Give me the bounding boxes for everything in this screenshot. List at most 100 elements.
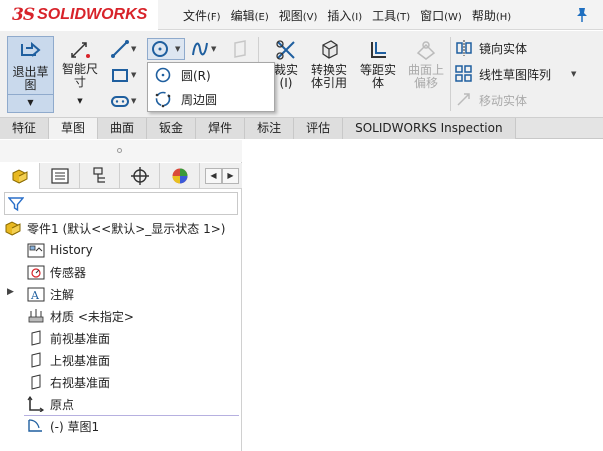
tab-display-manager[interactable] [160, 163, 200, 189]
menu-edit[interactable]: 编辑(E) [226, 5, 274, 26]
offset-entities-button[interactable]: 等距实体 [356, 36, 400, 90]
tree-item-sketch1-label: (-) 草图1 [50, 419, 100, 434]
circle-icon [155, 67, 171, 83]
tree-item-sketch1[interactable]: (-) 草图1 [27, 415, 99, 437]
offset-entities-label: 等距实体 [359, 63, 396, 90]
menu-view-accel: (V) [302, 12, 318, 23]
feature-manager-panel: ◀ ▶ 零件1 (默认<<默认>_显示状态 1>) History 传感器 ▶ … [0, 140, 242, 451]
title-bar: 3S SOLIDWORKS 文件(F) 编辑(E) 视图(V) 插入(I) 工具… [0, 0, 603, 30]
sketch-icon [28, 419, 42, 432]
part-icon [5, 221, 21, 236]
tab-solidworks-inspection[interactable]: SOLIDWORKS Inspection [343, 118, 516, 139]
menu-item-perimeter-circle[interactable]: 周边圆 [148, 87, 274, 111]
menu-insert[interactable]: 插入(I) [322, 5, 367, 26]
rectangle-caret-icon[interactable]: ▼ [131, 71, 136, 79]
tree-item-history-label: History [50, 243, 93, 257]
exit-sketch-button[interactable]: 退出草图 ▼ [7, 36, 54, 113]
linear-pattern-label: 线性草图阵列 [479, 67, 552, 82]
menu-help-accel: (H) [495, 12, 512, 23]
scroll-left-icon[interactable]: ◀ [205, 168, 222, 184]
linear-pattern-icon [455, 65, 472, 82]
solidworks-logo[interactable]: 3S SOLIDWORKS [0, 0, 158, 30]
menu-edit-label: 编辑 [230, 9, 255, 23]
panel-tabs: ◀ ▶ [0, 163, 242, 189]
circle-icon [152, 41, 168, 57]
tab-sheet-metal[interactable]: 钣金 [147, 118, 197, 139]
plane-icon [31, 352, 41, 368]
slot-caret-icon[interactable]: ▼ [131, 97, 136, 105]
tree-item-sensors-label: 传感器 [50, 265, 87, 280]
exit-sketch-dropdown[interactable]: ▼ [8, 94, 53, 110]
move-entities-icon [457, 93, 470, 106]
tree-part-label: 零件1 (默认<<默认>_显示状态 1>) [27, 221, 226, 236]
spline-icon [192, 42, 208, 56]
menu-view[interactable]: 视图(V) [274, 5, 323, 26]
smart-dimension-button[interactable]: 智能尺寸 ▼ [57, 36, 103, 113]
tab-sketch[interactable]: 草图 [49, 118, 99, 139]
tab-dimxpert-manager[interactable] [120, 163, 160, 189]
feature-filter-input[interactable] [4, 192, 238, 215]
menu-help-label: 帮助 [471, 9, 496, 23]
line-caret-icon[interactable]: ▼ [131, 45, 136, 53]
logo-ds-mark: 3S [12, 5, 35, 25]
annotations-expand-icon[interactable]: ▶ [7, 287, 14, 297]
tree-item-material-label: 材质 <未指定> [50, 309, 134, 324]
mirror-entities-button[interactable]: 镜向实体 [455, 39, 527, 57]
tab-weldments[interactable]: 焊件 [196, 118, 246, 139]
tree-item-history[interactable]: History [27, 239, 93, 261]
menu-tools-accel: (T) [396, 12, 411, 23]
scroll-right-icon[interactable]: ▶ [222, 168, 239, 184]
rollback-bar[interactable] [24, 415, 239, 416]
linear-pattern-caret-icon[interactable]: ▼ [571, 70, 576, 78]
slot-tool[interactable]: ▼ [110, 90, 140, 112]
command-manager-tabs: 特征 草图 曲面 钣金 焊件 标注 评估 SOLIDWORKS Inspecti… [0, 118, 603, 139]
tab-surfaces[interactable]: 曲面 [98, 118, 148, 139]
tree-part-root[interactable]: 零件1 (默认<<默认>_显示状态 1>) [4, 217, 225, 239]
menu-help[interactable]: 帮助(H) [467, 5, 516, 26]
menu-tools[interactable]: 工具(T) [367, 5, 415, 26]
menu-tools-label: 工具 [372, 9, 397, 23]
tab-property-manager[interactable] [40, 163, 80, 189]
convert-entities-icon [322, 40, 338, 59]
circle-dropdown-menu: 圆(R) 周边圆 [147, 62, 275, 112]
tree-item-annotations-label: 注解 [50, 287, 75, 302]
tree-item-annotations[interactable]: A 注解 [27, 283, 74, 305]
menu-view-label: 视图 [278, 9, 303, 23]
tree-item-top-plane[interactable]: 上视基准面 [27, 349, 110, 371]
menu-window[interactable]: 窗口(W) [415, 5, 467, 26]
tree-item-right-plane[interactable]: 右视基准面 [27, 371, 110, 393]
spline-tool[interactable]: ▼ [190, 38, 220, 60]
crosshair-icon [130, 167, 149, 185]
tab-evaluate[interactable]: 评估 [294, 118, 344, 139]
linear-pattern-button[interactable]: 线性草图阵列 ▼ [455, 65, 576, 83]
tree-item-sensors[interactable]: 传感器 [27, 261, 86, 283]
menu-item-circle[interactable]: 圆(R) [148, 63, 274, 87]
circle-tool[interactable]: ▼ [147, 38, 185, 60]
tab-features[interactable]: 特征 [0, 118, 50, 139]
move-entities-button: 移动实体 [455, 91, 527, 109]
pin-icon[interactable] [575, 7, 589, 23]
menu-file[interactable]: 文件(F) [178, 5, 226, 26]
trim-entities-icon [276, 40, 295, 60]
tab-configuration-manager[interactable] [80, 163, 120, 189]
trim-entities-accel: (I) [279, 76, 293, 90]
tree-item-material[interactable]: 材质 <未指定> [27, 305, 134, 327]
tree-item-origin[interactable]: 原点 [27, 393, 74, 415]
panel-grip[interactable] [0, 140, 242, 162]
convert-entities-button[interactable]: 转换实体引用 [306, 36, 352, 90]
line-tool[interactable]: ▼ [110, 38, 140, 60]
spline-caret-icon[interactable]: ▼ [211, 45, 216, 53]
panel-tab-scroll: ◀ ▶ [205, 168, 239, 184]
menu-item-circle-label: 圆(R) [181, 68, 211, 83]
origin-icon [27, 396, 45, 412]
filter-icon [8, 197, 24, 212]
convert-entities-label: 转换实体引用 [310, 63, 347, 90]
tree-item-front-plane-label: 前视基准面 [50, 331, 111, 346]
tab-feature-manager[interactable] [0, 163, 40, 189]
rectangle-tool[interactable]: ▼ [110, 64, 140, 86]
circle-caret-icon[interactable]: ▼ [175, 45, 180, 53]
material-icon [28, 309, 44, 323]
tab-markup[interactable]: 标注 [245, 118, 295, 139]
smart-dimension-caret-icon[interactable]: ▼ [77, 95, 82, 108]
tree-item-front-plane[interactable]: 前视基准面 [27, 327, 110, 349]
